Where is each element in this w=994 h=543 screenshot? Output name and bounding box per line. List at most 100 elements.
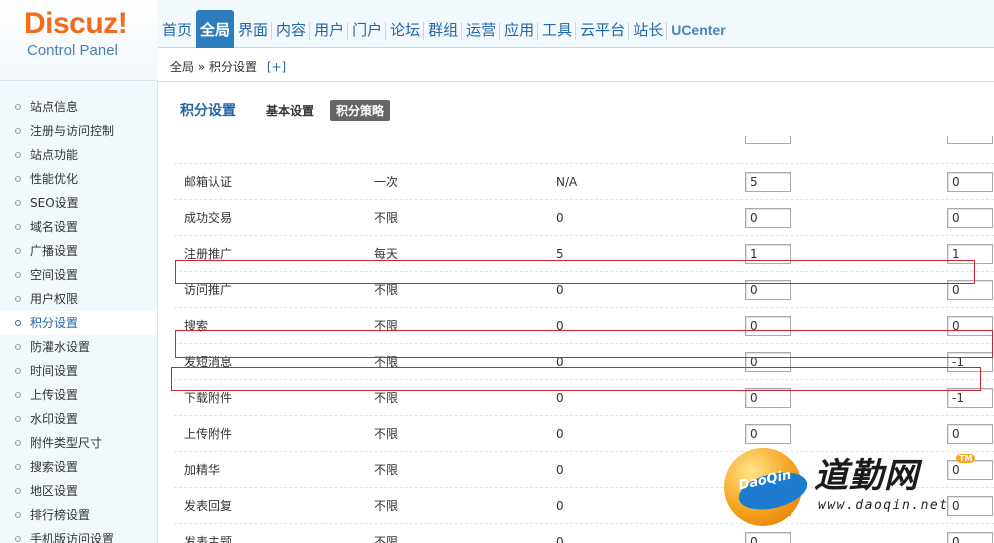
bullet-icon [15, 224, 21, 230]
action-name: 成功交易 [184, 211, 233, 225]
sidebar-item-label: 站点信息 [30, 100, 79, 114]
partial-input [745, 136, 791, 144]
nav-item-tools[interactable]: 工具 [537, 10, 576, 48]
nav-item-ucenter[interactable]: UCenter [666, 10, 729, 48]
credit2-input[interactable] [947, 208, 993, 228]
nav-item-content[interactable]: 内容 [271, 10, 310, 48]
credit2-input[interactable] [947, 388, 993, 408]
sidebar-item[interactable]: 上传设置 [0, 383, 157, 407]
highlight-box [171, 367, 981, 391]
bullet-icon [15, 368, 21, 374]
nav-item-extended[interactable]: 运营 [461, 10, 500, 48]
tab-credit-policy[interactable]: 积分策略 [330, 99, 391, 121]
action-name: 邮箱认证 [184, 175, 233, 189]
sidebar-item[interactable]: 站点信息 [0, 95, 157, 119]
reward-count: 0 [556, 535, 564, 543]
watermark-url: www.daoqin.net [818, 498, 949, 513]
sidebar-item-label: 广播设置 [30, 244, 79, 258]
credit2-input[interactable] [947, 172, 993, 192]
sidebar-item[interactable]: 性能优化 [0, 167, 157, 191]
reward-count: 0 [556, 463, 564, 477]
nav-item-style[interactable]: 界面 [234, 10, 272, 48]
bullet-icon [15, 320, 21, 326]
sidebar-item-label: 防灌水设置 [30, 340, 91, 354]
breadcrumb-text: 全局 » 积分设置 [170, 60, 257, 74]
sidebar-item[interactable]: 排行榜设置 [0, 503, 157, 527]
cycle-type: 不限 [374, 535, 399, 543]
sidebar-item[interactable]: SEO设置 [0, 191, 157, 215]
sidebar-item-label: 用户权限 [30, 292, 79, 306]
sidebar-item[interactable]: 地区设置 [0, 479, 157, 503]
sidebar-item[interactable]: 空间设置 [0, 263, 157, 287]
reward-count: 0 [556, 427, 564, 441]
sidebar-item[interactable]: 时间设置 [0, 359, 157, 383]
sidebar: 站点信息注册与访问控制 站点功能性能优化 SEO设置 域名设置广播设置空间设置用户权限… [0, 80, 158, 543]
cycle-type: 不限 [374, 499, 399, 513]
bullet-icon [15, 152, 21, 158]
sidebar-item[interactable]: 注册与访问控制 [0, 119, 157, 143]
bullet-icon [15, 296, 21, 302]
bullet-icon [15, 344, 21, 350]
add-shortcut-link[interactable]: [+] [267, 60, 286, 74]
sidebar-item[interactable]: 用户权限 [0, 287, 157, 311]
credit1-input[interactable] [745, 388, 791, 408]
logo-title: Discuz! [24, 7, 128, 40]
sidebar-item[interactable]: 积分设置 [0, 311, 157, 335]
page-title: 积分设置 [180, 103, 236, 119]
sidebar-item-label: 附件类型尺寸 [30, 436, 103, 450]
sidebar-item-label: 水印设置 [30, 412, 79, 426]
credit1-input[interactable] [745, 172, 791, 192]
sidebar-item[interactable]: 广播设置 [0, 239, 157, 263]
watermark-logo: DaoQin 道勤网 TM www.daoqin.net [722, 440, 994, 543]
breadcrumb-bar: 全局 » 积分设置 [+] [158, 48, 994, 82]
bullet-icon [15, 248, 21, 254]
cycle-type: 一次 [374, 175, 399, 189]
sidebar-item[interactable]: 搜索设置 [0, 455, 157, 479]
nav-item-user[interactable]: 用户 [309, 10, 348, 48]
bullet-icon [15, 464, 21, 470]
table-row-partial [174, 136, 994, 164]
sidebar-item[interactable]: 站点功能 [0, 143, 157, 167]
sidebar-menu: 站点信息注册与访问控制 站点功能性能优化 SEO设置 域名设置广播设置空间设置用户权限… [0, 81, 157, 543]
nav-item-portal[interactable]: 门户 [347, 10, 386, 48]
sidebar-item[interactable]: 附件类型尺寸 [0, 431, 157, 455]
top-nav: 首页 全局 界面 内容 用户 门户 论坛 群组 运营 应用 工具 云平台 站长 UCenter [158, 6, 730, 48]
bullet-icon [15, 488, 21, 494]
nav-item-group[interactable]: 群组 [423, 10, 462, 48]
sidebar-item[interactable]: 水印设置 [0, 407, 157, 431]
action-name: 加精华 [184, 463, 221, 477]
sidebar-item-label: 站点功能 [30, 148, 79, 162]
bullet-icon [15, 176, 21, 182]
nav-item-founder[interactable]: 站长 [628, 10, 667, 48]
action-name: 发表主题 [184, 535, 233, 543]
sidebar-item[interactable]: 手机版访问设置 [0, 527, 157, 543]
sidebar-item-label: 排行榜设置 [30, 508, 91, 522]
highlight-box [175, 330, 993, 358]
credit1-input[interactable] [745, 208, 791, 228]
tab-basic-settings[interactable]: 基本设置 [260, 100, 320, 121]
bullet-icon [15, 272, 21, 278]
cycle-type: 不限 [374, 211, 399, 225]
sidebar-item-label: 注册与访问控制 [30, 124, 115, 138]
breadcrumb: 全局 » 积分设置 [+] [170, 58, 286, 75]
sidebar-item[interactable]: 防灌水设置 [0, 335, 157, 359]
bullet-icon [15, 128, 21, 134]
nav-item-cloud[interactable]: 云平台 [575, 10, 629, 48]
watermark-title: 道勤网 [814, 456, 919, 496]
nav-item-global[interactable]: 全局 [196, 10, 235, 48]
nav-item-forum[interactable]: 论坛 [385, 10, 424, 48]
action-name: 发表回复 [184, 499, 233, 513]
nav-item-plugin[interactable]: 应用 [499, 10, 538, 48]
cycle-type: 不限 [374, 427, 399, 441]
cycle-type: 不限 [374, 463, 399, 477]
nav-item-home[interactable]: 首页 [158, 10, 196, 48]
sidebar-item[interactable]: 域名设置 [0, 215, 157, 239]
logo-subtitle: Control Panel [27, 42, 118, 59]
reward-count: 0 [556, 211, 564, 225]
table-row: 邮箱认证 一次 N/A [174, 164, 994, 200]
sidebar-item-label: 时间设置 [30, 364, 79, 378]
bullet-icon [15, 416, 21, 422]
logo[interactable]: Discuz! Control Panel [0, 0, 158, 80]
table-row: 成功交易 不限 0 [174, 200, 994, 236]
bullet-icon [15, 104, 21, 110]
